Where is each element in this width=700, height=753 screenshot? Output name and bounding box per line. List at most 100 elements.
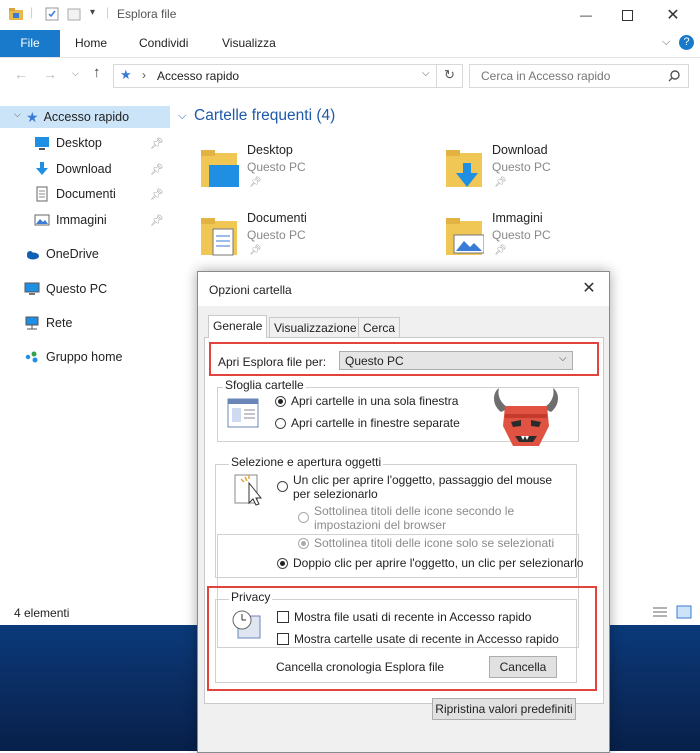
- tab-generale[interactable]: Generale: [208, 315, 268, 338]
- tab-visualizzazione[interactable]: Visualizzazione: [269, 317, 362, 338]
- radio-single-click[interactable]: [277, 481, 288, 492]
- network-icon: [25, 316, 39, 330]
- checkbox-recent-files[interactable]: [277, 611, 289, 623]
- dialog-close-button[interactable]: ✕: [576, 278, 602, 300]
- customize-quick-access-icon[interactable]: ▾: [90, 7, 95, 18]
- pin-icon[interactable]: 📌︎: [150, 163, 164, 176]
- folder-location: Questo PC: [247, 228, 306, 242]
- ribbon-expand-icon[interactable]: ⌵: [662, 36, 670, 49]
- pin-icon: 📌︎: [249, 245, 262, 256]
- pin-icon: 📌︎: [494, 245, 507, 256]
- refresh-icon[interactable]: ↻: [444, 67, 455, 83]
- option-double-click[interactable]: Doppio clic per aprire l'oggetto, un cli…: [293, 556, 583, 570]
- pin-icon[interactable]: 📌︎: [150, 137, 164, 150]
- folder-tile-desktop[interactable]: Desktop Questo PC 📌︎: [199, 143, 399, 203]
- privacy-clock-icon: [232, 610, 261, 639]
- sidebar-item-label: Accesso rapido: [43, 110, 130, 124]
- clear-history-label: Cancella cronologia Esplora file: [276, 660, 445, 674]
- option-single-click-line2[interactable]: per selezionarlo: [293, 487, 378, 501]
- sidebar-item-rete[interactable]: Rete: [0, 312, 170, 334]
- maximize-button[interactable]: [604, 0, 650, 30]
- option-single-click-line1[interactable]: Un clic per aprire l'oggetto, passaggio …: [293, 473, 552, 487]
- minimize-button[interactable]: —: [563, 0, 609, 30]
- clear-history-button[interactable]: Cancella: [489, 656, 557, 678]
- folder-name: Documenti: [247, 211, 307, 225]
- window-title: Esplora file: [117, 7, 177, 21]
- folder-documents-icon: [201, 218, 237, 256]
- section-title[interactable]: Cartelle frequenti (4): [194, 107, 335, 125]
- address-dropdown-icon[interactable]: ⌵: [422, 68, 430, 79]
- search-box[interactable]: Cerca in Accesso rapido: [469, 64, 689, 88]
- sidebar-item-label: OneDrive: [46, 247, 99, 261]
- sidebar-item-onedrive[interactable]: OneDrive: [0, 243, 170, 265]
- explorer-titlebar: | ▾ | Esplora file — ✕: [0, 0, 700, 30]
- open-in-select[interactable]: Questo PC ⌵: [339, 351, 573, 370]
- section-collapse-icon[interactable]: ⌵: [178, 110, 186, 123]
- radio-underline-select[interactable]: [298, 538, 309, 549]
- folder-tile-download[interactable]: Download Questo PC 📌︎: [444, 143, 644, 203]
- pictures-icon: [34, 214, 50, 226]
- radio-double-click[interactable]: [277, 558, 288, 569]
- pc-icon: [24, 282, 40, 295]
- folder-tile-immagini[interactable]: Immagini Questo PC 📌︎: [444, 211, 644, 271]
- recent-locations-icon[interactable]: ⌵: [72, 68, 79, 79]
- radio-underline-browser[interactable]: [298, 512, 309, 523]
- close-button[interactable]: ✕: [650, 0, 696, 30]
- close-icon: ✕: [666, 7, 680, 24]
- radio-separate-windows[interactable]: [275, 418, 286, 429]
- details-view-icon[interactable]: [652, 605, 668, 619]
- horned-mascot-logo-icon: [494, 388, 558, 446]
- sidebar-item-download[interactable]: Download 📌︎: [0, 158, 170, 180]
- maximize-icon: [621, 9, 633, 21]
- sidebar-item-questo-pc[interactable]: Questo PC: [0, 278, 170, 300]
- address-bar[interactable]: ★ › Accesso rapido ⌵ ↻: [113, 64, 463, 88]
- restore-defaults-button[interactable]: Ripristina valori predefiniti: [432, 698, 576, 720]
- search-input[interactable]: Cerca in Accesso rapido: [481, 69, 610, 83]
- large-icons-view-icon[interactable]: [676, 605, 692, 619]
- chevron-down-icon[interactable]: ⌵: [14, 109, 21, 120]
- open-in-value: Questo PC: [345, 354, 404, 368]
- open-in-label: Apri Esplora file per:: [218, 355, 327, 369]
- tab-home[interactable]: Home: [75, 30, 107, 57]
- sidebar-item-label: Gruppo home: [46, 350, 123, 364]
- sidebar-item-gruppo-home[interactable]: Gruppo home: [0, 346, 170, 368]
- address-path[interactable]: Accesso rapido: [157, 69, 239, 83]
- option-underline-browser-line1[interactable]: Sottolinea titoli delle icone secondo le: [314, 504, 514, 518]
- help-icon[interactable]: ?: [679, 35, 694, 50]
- option-separate-windows[interactable]: Apri cartelle in finestre separate: [291, 416, 460, 430]
- new-folder-icon[interactable]: [66, 6, 82, 22]
- sidebar-item-accesso-rapido[interactable]: ⌵ ★ Accesso rapido: [0, 106, 170, 128]
- group-title-privacy: Privacy: [229, 590, 273, 604]
- tab-visualizza[interactable]: Visualizza: [222, 30, 276, 57]
- sidebar-item-desktop[interactable]: Desktop 📌︎: [0, 132, 170, 154]
- option-recent-files[interactable]: Mostra file usati di recente in Accesso …: [294, 610, 531, 624]
- option-underline-select[interactable]: Sottolinea titoli delle icone solo se se…: [314, 536, 554, 550]
- folder-name: Desktop: [247, 143, 293, 157]
- forward-icon[interactable]: →: [43, 66, 57, 82]
- sidebar-item-documenti[interactable]: Documenti 📌︎: [0, 183, 170, 205]
- sidebar-item-label: Questo PC: [46, 282, 108, 296]
- up-icon[interactable]: ↑: [93, 64, 101, 81]
- status-item-count: 4 elementi: [14, 606, 70, 620]
- documents-icon: [36, 186, 48, 202]
- folder-location: Questo PC: [247, 160, 306, 174]
- pin-icon[interactable]: 📌︎: [150, 214, 164, 227]
- option-same-window[interactable]: Apri cartelle in una sola finestra: [291, 394, 458, 408]
- radio-same-window[interactable]: [275, 396, 286, 407]
- option-recent-folders[interactable]: Mostra cartelle usate di recente in Acce…: [294, 632, 559, 646]
- tab-file[interactable]: File: [0, 30, 60, 57]
- sidebar-item-label: Download: [56, 162, 112, 176]
- back-icon[interactable]: ←: [14, 66, 28, 82]
- group-title-click: Selezione e apertura oggetti: [229, 455, 384, 469]
- minimize-icon: —: [580, 8, 592, 22]
- sidebar-item-immagini[interactable]: Immagini 📌︎: [0, 209, 170, 231]
- checkbox-recent-folders[interactable]: [277, 633, 289, 645]
- properties-icon[interactable]: [44, 6, 60, 22]
- breadcrumb-separator: ›: [142, 68, 146, 82]
- option-underline-browser-line2[interactable]: impostazioni del browser: [314, 518, 446, 532]
- tab-cerca[interactable]: Cerca: [358, 317, 401, 338]
- homegroup-icon: [25, 351, 38, 363]
- tab-condividi[interactable]: Condividi: [139, 30, 188, 57]
- folder-tile-documenti[interactable]: Documenti Questo PC 📌︎: [199, 211, 399, 271]
- pin-icon[interactable]: 📌︎: [150, 188, 164, 201]
